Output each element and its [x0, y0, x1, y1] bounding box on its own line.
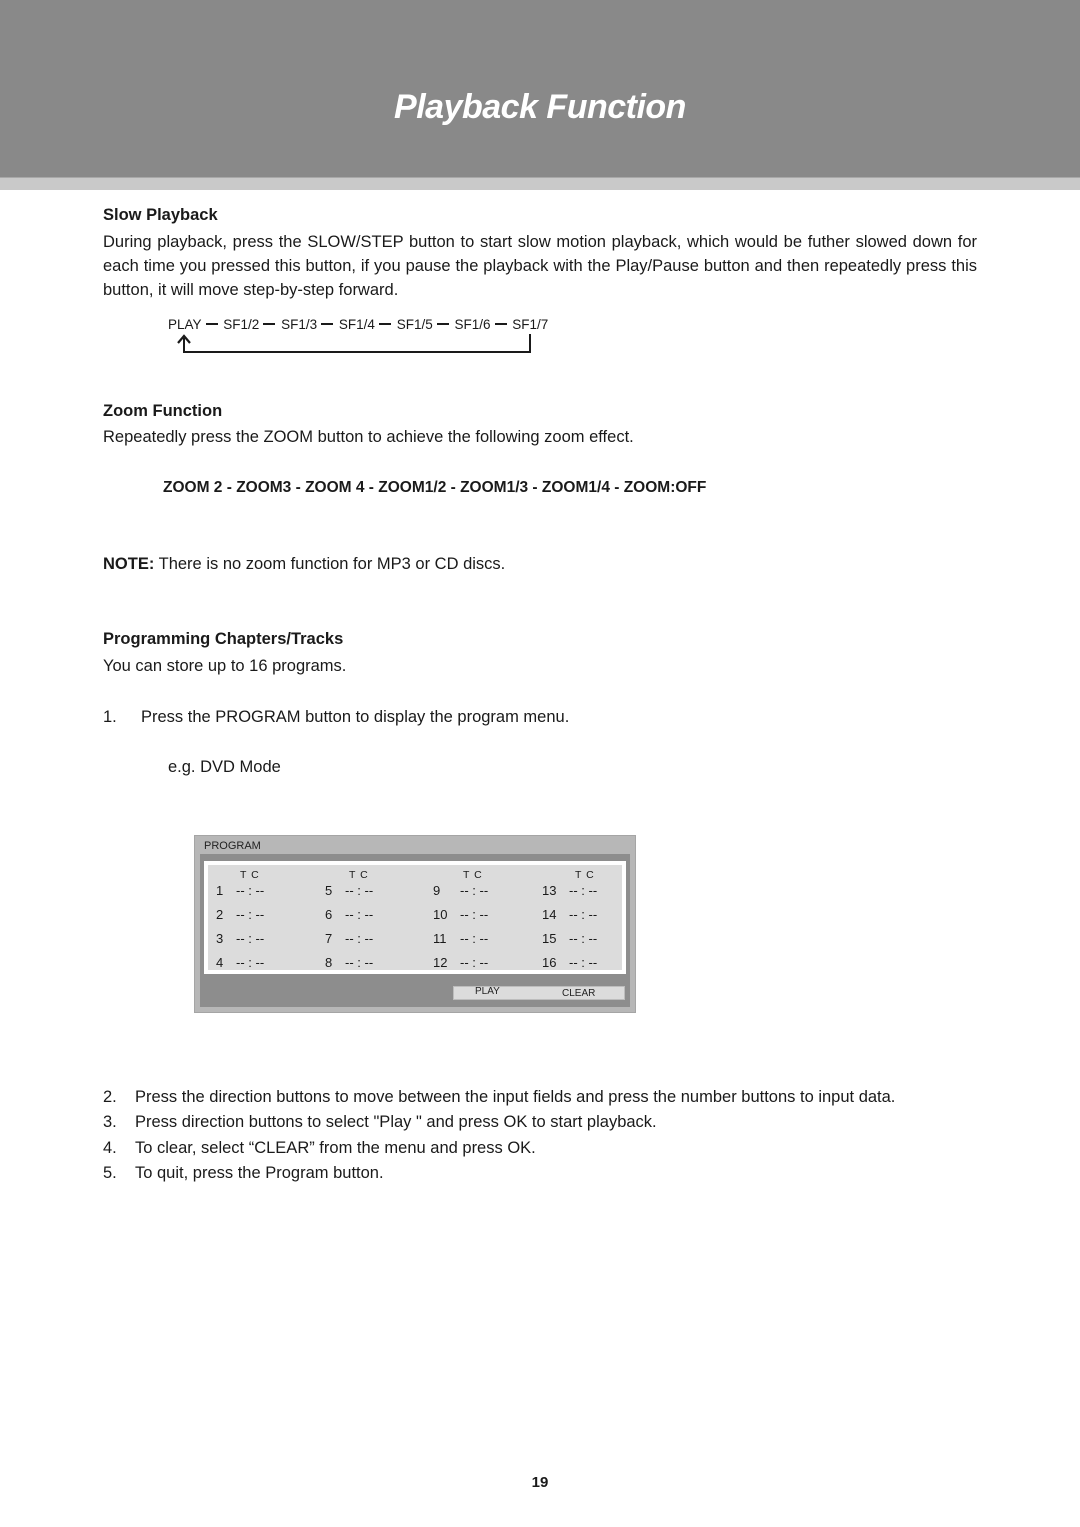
program-slot[interactable]: 6 -- : --: [325, 907, 435, 931]
play-button[interactable]: PLAY: [475, 986, 500, 997]
slot-index: 10: [433, 907, 448, 922]
slot-value[interactable]: -- : --: [236, 907, 264, 931]
program-slot[interactable]: 16 -- : --: [542, 955, 652, 979]
column-header: T C: [463, 869, 483, 881]
slot-value[interactable]: -- : --: [569, 883, 597, 907]
slot-index: 8: [325, 955, 333, 970]
list-item: 3. Press direction buttons to select "Pla…: [103, 1110, 895, 1135]
program-slot[interactable]: 5 -- : --: [325, 883, 435, 907]
page-title: Playback Function: [394, 88, 686, 126]
column-header: T C: [349, 869, 369, 881]
program-slot[interactable]: 12 -- : --: [433, 955, 543, 979]
slow-playback-body: During playback, press the SLOW/STEP but…: [103, 233, 977, 299]
step-text: Press the direction buttons to move betw…: [135, 1088, 896, 1106]
slot-index: 5: [325, 883, 333, 898]
program-slot[interactable]: 14 -- : --: [542, 907, 652, 931]
slot-index: 13: [542, 883, 557, 898]
program-slot[interactable]: 1 -- : --: [216, 883, 326, 907]
step-text: Press the PROGRAM button to display the …: [141, 708, 570, 726]
page-number: 19: [531, 1474, 549, 1491]
programming-heading: Programming Chapters/Tracks: [103, 630, 344, 648]
program-slot[interactable]: 3 -- : --: [216, 931, 326, 955]
clear-button[interactable]: CLEAR: [562, 988, 595, 999]
step-number: 1.: [103, 708, 117, 726]
list-item: 2. Press the direction buttons to move be…: [103, 1085, 895, 1110]
slot-index: 16: [542, 955, 557, 970]
step-text: To quit, press the Program button.: [135, 1163, 384, 1182]
program-column: T C 1 -- : -- 2 -- : -- 3 -- : -- 4 -- : --: [216, 869, 326, 979]
slot-value[interactable]: -- : --: [345, 883, 373, 907]
note-label: NOTE:: [103, 555, 155, 573]
column-header: T C: [575, 869, 595, 881]
programming-intro: You can store up to 16 programs.: [103, 657, 347, 675]
slot-value[interactable]: -- : --: [460, 883, 488, 907]
slot-index: 1: [216, 883, 224, 898]
column-header: T C: [240, 869, 260, 881]
program-menu-title: PROGRAM: [204, 840, 261, 852]
program-menu: PROGRAM T C 1 -- : -- 2 -- : -- 3 -- : -- 4…: [194, 835, 636, 1013]
slot-index: 15: [542, 931, 557, 946]
program-slot[interactable]: 11 -- : --: [433, 931, 543, 955]
slot-value[interactable]: -- : --: [345, 931, 373, 955]
program-action-bar: PLAY CLEAR: [453, 986, 625, 1000]
slot-index: 2: [216, 907, 224, 922]
program-steps-list: 2. Press the direction buttons to move be…: [103, 1085, 895, 1186]
slow-playback-heading: Slow Playback: [103, 206, 218, 224]
slot-value[interactable]: -- : --: [569, 955, 597, 979]
program-column: T C 5 -- : -- 6 -- : -- 7 -- : -- 8 -- : --: [325, 869, 435, 979]
program-slot[interactable]: 8 -- : --: [325, 955, 435, 979]
step-number: 4.: [103, 1138, 117, 1157]
program-slot[interactable]: 7 -- : --: [325, 931, 435, 955]
header-stripe: [0, 177, 1080, 190]
slot-index: 4: [216, 955, 224, 970]
slot-value[interactable]: -- : --: [345, 907, 373, 931]
slot-value[interactable]: -- : --: [236, 931, 264, 955]
slot-value[interactable]: -- : --: [236, 955, 264, 979]
slot-value[interactable]: -- : --: [569, 907, 597, 931]
slot-value[interactable]: -- : --: [460, 955, 488, 979]
program-column: T C 13 -- : -- 14 -- : -- 15 -- : -- 16 -- :…: [542, 869, 652, 979]
step-number: 5.: [103, 1163, 117, 1182]
slot-value[interactable]: -- : --: [460, 931, 488, 955]
program-menu-body: T C 1 -- : -- 2 -- : -- 3 -- : -- 4 -- : -- …: [200, 854, 630, 1007]
list-item: 4. To clear, select “CLEAR” from the menu…: [103, 1136, 895, 1161]
slot-index: 12: [433, 955, 448, 970]
slot-value[interactable]: -- : --: [460, 907, 488, 931]
list-item: 5. To quit, press the Program button.: [103, 1161, 895, 1186]
slot-index: 11: [433, 931, 447, 946]
step-text: To clear, select “CLEAR” from the menu a…: [135, 1138, 536, 1157]
step-text: Press direction buttons to select "Play …: [135, 1113, 657, 1132]
slot-value[interactable]: -- : --: [345, 955, 373, 979]
program-slot[interactable]: 10 -- : --: [433, 907, 543, 931]
program-slot[interactable]: 9 -- : --: [433, 883, 543, 907]
slot-index: 14: [542, 907, 557, 922]
slot-index: 3: [216, 931, 224, 946]
slot-index: 6: [325, 907, 333, 922]
step-number: 2.: [103, 1088, 117, 1106]
zoom-sequence: ZOOM 2 - ZOOM3 - ZOOM 4 - ZOOM1/2 - ZOOM…: [163, 479, 707, 496]
slot-value[interactable]: -- : --: [569, 931, 597, 955]
step-1: 1. Press the PROGRAM button to display t…: [103, 706, 569, 729]
step-number: 3.: [103, 1113, 117, 1132]
slow-forward-diagram: PLAY SF1/2 SF1/3 SF1/4 SF1/5 SF1/6 SF1/7: [168, 317, 568, 362]
program-slot-grid: T C 1 -- : -- 2 -- : -- 3 -- : -- 4 -- : -- …: [204, 861, 626, 974]
zoom-function-heading: Zoom Function: [103, 402, 223, 420]
zoom-function-body: Repeatedly press the ZOOM button to achi…: [103, 428, 634, 446]
loop-back-arrow-icon: [177, 334, 531, 353]
program-slot[interactable]: 4 -- : --: [216, 955, 326, 979]
slot-value[interactable]: -- : --: [236, 883, 264, 907]
slot-index: 9: [433, 883, 441, 898]
program-column: T C 9 -- : -- 10 -- : -- 11 -- : -- 12 -- : …: [433, 869, 543, 979]
note-text: There is no zoom function for MP3 or CD …: [154, 555, 506, 573]
example-label: e.g. DVD Mode: [168, 758, 281, 776]
program-slot[interactable]: 13 -- : --: [542, 883, 652, 907]
zoom-note: NOTE: There is no zoom function for MP3 …: [103, 553, 505, 576]
program-slot[interactable]: 15 -- : --: [542, 931, 652, 955]
slot-index: 7: [325, 931, 333, 946]
program-slot[interactable]: 2 -- : --: [216, 907, 326, 931]
